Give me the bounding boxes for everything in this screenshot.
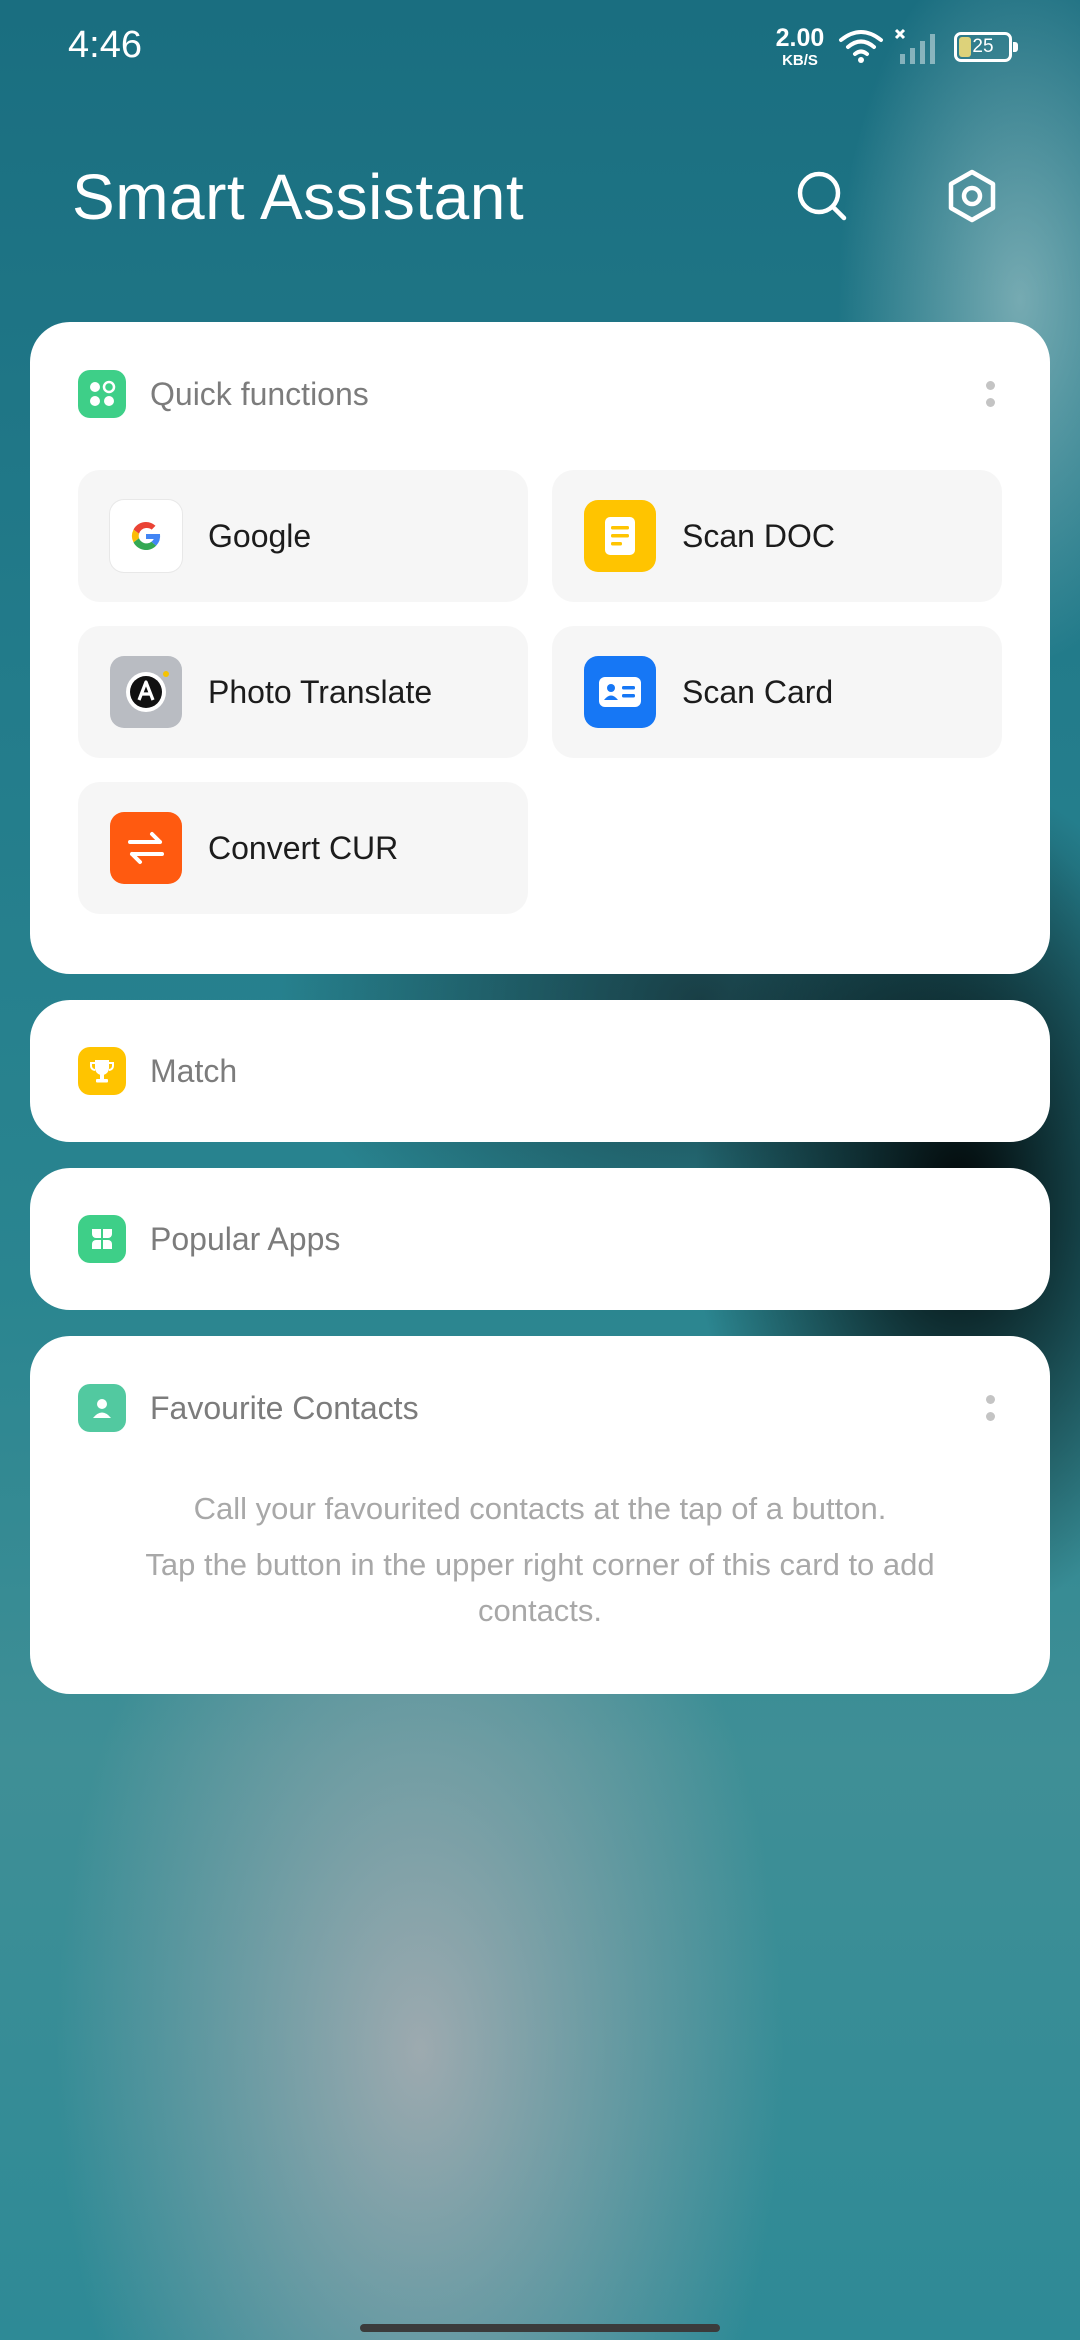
network-speed-unit: KB/S — [782, 52, 818, 69]
quick-functions-more-button[interactable] — [978, 370, 1002, 418]
match-title: Match — [150, 1052, 238, 1089]
quick-functions-title: Quick functions — [150, 375, 369, 412]
status-bar: 4:46 2.00 KB/S 25 — [0, 0, 1080, 96]
tile-label: Photo Translate — [208, 673, 433, 710]
apps-icon — [78, 1215, 126, 1263]
photo-translate-icon — [110, 656, 182, 728]
network-speed-value: 2.00 — [775, 24, 825, 52]
trophy-icon — [78, 1047, 126, 1095]
popular-apps-title: Popular Apps — [150, 1220, 341, 1257]
quick-functions-icon — [78, 370, 126, 418]
favourite-contacts-empty-message: Call your favourited contacts at the tap… — [110, 1486, 970, 1634]
battery-icon: 25 — [954, 32, 1018, 62]
favourite-contacts-more-button[interactable] — [978, 1384, 1002, 1432]
scan-card-icon — [584, 656, 656, 728]
status-time: 4:46 — [68, 24, 142, 66]
empty-message-line-2: Tap the button in the upper right corner… — [145, 1547, 935, 1628]
google-icon — [110, 500, 182, 572]
search-icon[interactable] — [792, 166, 852, 226]
battery-level: 25 — [972, 36, 994, 57]
scan-doc-icon — [584, 500, 656, 572]
match-header: Match — [78, 1047, 237, 1095]
popular-apps-header: Popular Apps — [78, 1215, 340, 1263]
favourite-contacts-header: Favourite Contacts — [78, 1384, 419, 1432]
network-speed-indicator: 2.00 KB/S — [770, 24, 830, 69]
convert-currency-icon — [110, 812, 182, 884]
quick-function-photo-translate[interactable]: Photo Translate — [78, 626, 528, 758]
favourite-contacts-title: Favourite Contacts — [150, 1389, 419, 1426]
cellular-signal-icon — [894, 28, 935, 64]
quick-function-scan-card[interactable]: Scan Card — [552, 626, 1002, 758]
tile-label: Google — [208, 517, 312, 554]
favourite-contacts-card: Favourite Contacts Call your favourited … — [30, 1336, 1050, 1694]
quick-function-google[interactable]: Google — [78, 470, 528, 602]
quick-functions-header: Quick functions — [78, 370, 369, 418]
tile-label: Convert CUR — [208, 829, 399, 866]
home-indicator[interactable] — [360, 2324, 720, 2332]
quick-function-scan-doc[interactable]: Scan DOC — [552, 470, 1002, 602]
quick-function-convert-currency[interactable]: Convert CUR — [78, 782, 528, 914]
tile-label: Scan DOC — [682, 517, 835, 554]
quick-functions-card: Quick functions Google Scan DOC Photo Tr… — [30, 322, 1050, 974]
contact-icon — [78, 1384, 126, 1432]
settings-icon[interactable] — [942, 166, 1002, 226]
empty-message-line-1: Call your favourited contacts at the tap… — [193, 1491, 887, 1526]
popular-apps-card[interactable]: Popular Apps — [30, 1168, 1050, 1310]
wifi-icon — [839, 30, 883, 63]
match-card[interactable]: Match — [30, 1000, 1050, 1142]
page-title: Smart Assistant — [72, 161, 525, 233]
tile-label: Scan Card — [682, 673, 834, 710]
